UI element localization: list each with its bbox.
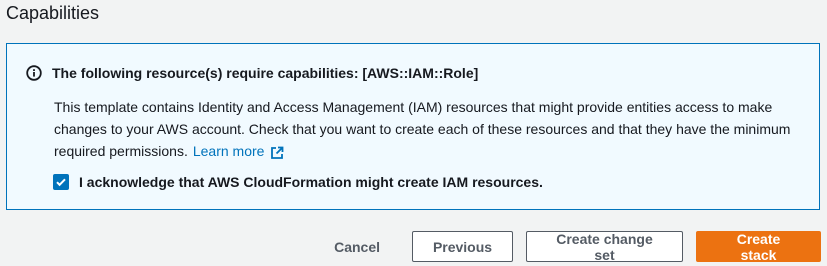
alert-body-text: This template contains Identity and Acce… bbox=[54, 99, 791, 159]
form-actions: Cancel Previous Create change set Create… bbox=[334, 231, 821, 263]
alert-body: This template contains Identity and Acce… bbox=[54, 96, 806, 162]
info-icon bbox=[26, 65, 42, 81]
capabilities-alert: The following resource(s) require capabi… bbox=[6, 43, 820, 210]
checkmark-icon bbox=[56, 178, 66, 187]
create-change-set-button[interactable]: Create change set bbox=[526, 231, 683, 263]
previous-button[interactable]: Previous bbox=[412, 231, 513, 262]
section-title: Capabilities bbox=[6, 3, 100, 23]
external-link-icon bbox=[270, 144, 284, 159]
alert-heading-row: The following resource(s) require capabi… bbox=[26, 65, 478, 81]
create-stack-button[interactable]: Create stack bbox=[696, 231, 821, 263]
acknowledge-checkbox[interactable] bbox=[53, 174, 69, 190]
cancel-button[interactable]: Cancel bbox=[334, 231, 412, 262]
acknowledge-row[interactable]: I acknowledge that AWS CloudFormation mi… bbox=[53, 174, 543, 190]
learn-more-label: Learn more bbox=[192, 143, 265, 159]
alert-heading: The following resource(s) require capabi… bbox=[52, 65, 479, 81]
learn-more-link[interactable]: Learn more bbox=[193, 140, 285, 162]
acknowledge-label: I acknowledge that AWS CloudFormation mi… bbox=[79, 174, 543, 190]
